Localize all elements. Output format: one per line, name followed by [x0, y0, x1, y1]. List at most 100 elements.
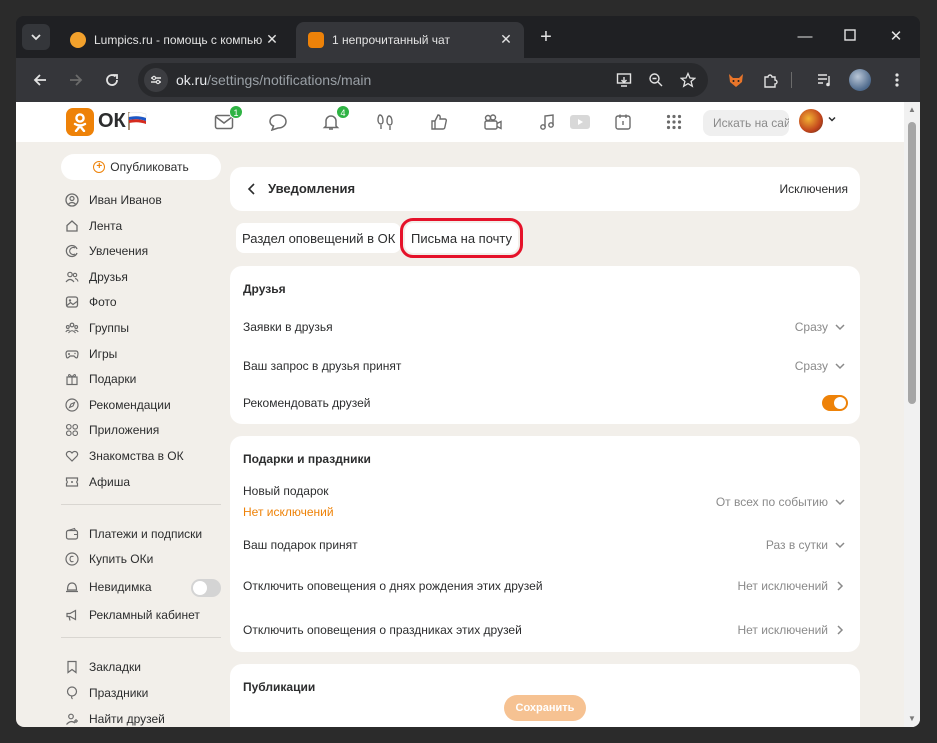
sidebar-item-dating[interactable]: Знакомства в ОК: [65, 446, 221, 466]
sidebar-item-holidays[interactable]: Праздники: [65, 683, 221, 703]
tab-title: Lumpics.ru - помощь с компьютером: [94, 33, 262, 47]
select-value: Сразу: [794, 359, 828, 373]
back-button[interactable]: [28, 68, 52, 92]
scrollbar-thumb[interactable]: [908, 122, 916, 404]
ticket-icon: [65, 475, 79, 489]
sidebar-item-afisha[interactable]: Афиша: [65, 472, 221, 492]
more-apps-nav-button[interactable]: [663, 111, 685, 133]
sidebar-item-buy-oks[interactable]: Купить ОКи: [65, 549, 221, 569]
music-note-icon: [540, 114, 554, 130]
add-friend-icon: [65, 712, 79, 726]
sidebar-item-gifts[interactable]: Подарки: [65, 369, 221, 389]
publish-button[interactable]: + Опубликовать: [61, 154, 221, 180]
bookmark-star-icon[interactable]: [676, 68, 700, 92]
sidebar-item-invisible[interactable]: Невидимка: [65, 577, 221, 597]
reload-icon: [106, 74, 118, 86]
sidebar-item-groups[interactable]: Группы: [65, 318, 221, 338]
sidebar-item-apps[interactable]: Приложения: [65, 420, 221, 440]
home-icon: [65, 219, 79, 233]
ok-favicon-icon: [308, 32, 324, 48]
save-button[interactable]: Сохранить: [504, 695, 586, 721]
user-avatar[interactable]: [799, 109, 823, 133]
site-info-icon[interactable]: [144, 68, 168, 92]
page-viewport: ОК 1 4 Искать на сайте + Опубликовать Ив…: [16, 102, 920, 727]
sidebar-item-photo[interactable]: Фото: [65, 292, 221, 312]
close-window-button[interactable]: ✕: [885, 26, 907, 48]
request-accepted-select[interactable]: Сразу: [795, 359, 846, 373]
arrow-left-icon: [33, 74, 46, 86]
sidebar-item-friends[interactable]: Друзья: [65, 267, 221, 287]
sidebar-item-profile[interactable]: Иван Иванов: [65, 190, 221, 210]
video-play-nav-button[interactable]: [569, 111, 591, 133]
sidebar-item-bookmarks[interactable]: Закладки: [65, 657, 221, 677]
browser-menu-icon[interactable]: [885, 68, 909, 92]
sidebar-item-label: Подарки: [89, 372, 137, 386]
address-bar[interactable]: ok.ru/settings/notifications/main: [138, 63, 708, 97]
ok-logo-icon[interactable]: [66, 108, 94, 136]
notifications-nav-button[interactable]: 4: [320, 105, 350, 133]
install-app-icon[interactable]: [612, 68, 636, 92]
sidebar-item-hobby[interactable]: Увлечения: [65, 241, 221, 261]
discussions-nav-button[interactable]: [267, 111, 289, 133]
scroll-down-icon[interactable]: ▼: [907, 714, 917, 724]
sidebar-item-label: Игры: [89, 347, 118, 361]
tab-ok-notifications[interactable]: Раздел оповещений в ОК: [236, 223, 402, 253]
friend-requests-select[interactable]: Сразу: [795, 320, 846, 334]
events-nav-button[interactable]: [428, 111, 450, 133]
row-label: Новый подарок: [243, 484, 329, 498]
row-label: Отключить оповещения о праздниках этих д…: [243, 623, 522, 637]
music-nav-button[interactable]: [536, 111, 558, 133]
close-tab-icon[interactable]: ✕: [264, 31, 280, 47]
close-tab-icon[interactable]: ✕: [498, 31, 514, 47]
sidebar-item-feed[interactable]: Лента: [65, 216, 221, 236]
ok-search-input[interactable]: [703, 110, 789, 136]
recommend-friends-toggle[interactable]: [822, 395, 848, 411]
media-control-icon[interactable]: [813, 68, 837, 92]
sidebar-item-payments[interactable]: Платежи и подписки: [65, 524, 221, 544]
sidebar-item-games[interactable]: Игры: [65, 344, 221, 364]
tab-ok-chat[interactable]: 1 непрочитанный чат ✕: [296, 22, 524, 58]
scroll-up-icon[interactable]: ▲: [907, 105, 917, 115]
tab-search-button[interactable]: [22, 24, 50, 50]
invisible-toggle[interactable]: [191, 579, 221, 597]
new-gift-select[interactable]: От всех по событию: [716, 495, 846, 509]
messages-nav-button[interactable]: 1: [213, 105, 243, 133]
reload-button[interactable]: [100, 68, 124, 92]
photo-icon: [65, 295, 79, 309]
birthday-exceptions-link[interactable]: Нет исключений: [737, 579, 846, 593]
maximize-button[interactable]: [839, 26, 861, 48]
chevron-down-icon[interactable]: [827, 114, 837, 124]
footprints-icon: [377, 114, 393, 130]
gift-accepted-select[interactable]: Раз в сутки: [766, 538, 846, 552]
calendar-nav-button[interactable]: [612, 111, 634, 133]
zoom-icon[interactable]: [644, 68, 668, 92]
forward-button[interactable]: [64, 68, 88, 92]
tab-lumpics[interactable]: Lumpics.ru - помощь с компьютером ✕: [58, 22, 290, 58]
gift-icon: [65, 372, 79, 386]
video-nav-button[interactable]: [482, 111, 504, 133]
new-tab-button[interactable]: +: [534, 25, 558, 49]
chevron-right-icon: [834, 580, 846, 592]
chevron-down-icon: [31, 34, 41, 41]
sidebar-divider: [61, 637, 221, 638]
row-label: Рекомендовать друзей: [243, 396, 371, 410]
holiday-exceptions-link[interactable]: Нет исключений: [737, 623, 846, 637]
url-text[interactable]: ok.ru/settings/notifications/main: [176, 72, 371, 88]
sidebar-item-label: Знакомства в ОК: [89, 449, 184, 463]
profile-avatar[interactable]: [848, 68, 872, 92]
page-scrollbar[interactable]: ▲ ▼: [904, 102, 920, 727]
extensions-puzzle-icon[interactable]: [758, 68, 782, 92]
sidebar-item-recommendations[interactable]: Рекомендации: [65, 395, 221, 415]
chat-bubble-icon: [269, 114, 287, 131]
sidebar-item-ad-cabinet[interactable]: Рекламный кабинет: [65, 605, 221, 625]
sidebar-item-find-friends[interactable]: Найти друзей: [65, 709, 221, 727]
sidebar-item-label: Купить ОКи: [89, 552, 154, 566]
minimize-button[interactable]: —: [794, 26, 816, 48]
fox-extension-icon[interactable]: [724, 68, 748, 92]
guests-nav-button[interactable]: [374, 111, 396, 133]
exceptions-sublabel[interactable]: Нет исключений: [243, 505, 334, 519]
exceptions-link[interactable]: Исключения: [779, 182, 848, 196]
tab-email-letters[interactable]: Письма на почту: [399, 218, 524, 258]
back-arrow-icon[interactable]: [244, 181, 260, 197]
gifts-section: Подарки и праздники Новый подарок Нет ис…: [230, 436, 860, 652]
